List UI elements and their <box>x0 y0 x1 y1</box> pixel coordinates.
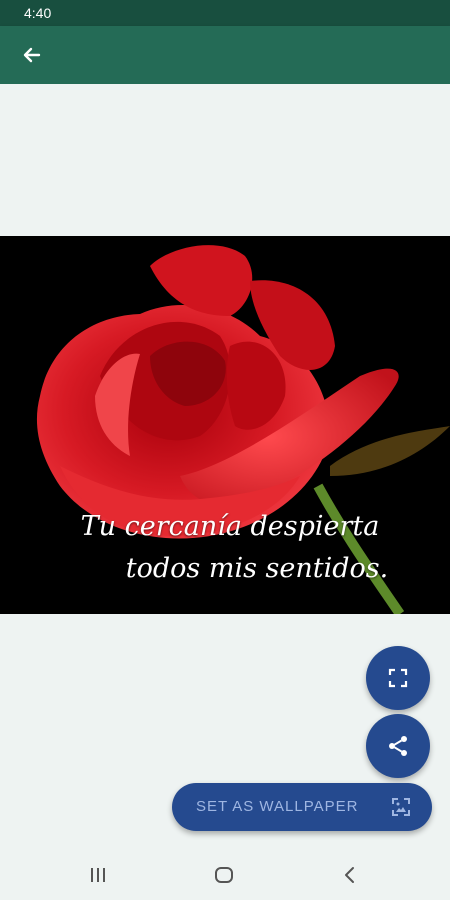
system-nav-bar <box>0 850 450 900</box>
fullscreen-icon <box>388 668 408 688</box>
nav-back-button[interactable] <box>338 863 362 887</box>
wallpaper-quote: Tu cercanía despierta todos mis sentidos… <box>0 506 450 590</box>
back-button[interactable] <box>14 37 50 73</box>
quote-line-2: todos mis sentidos. <box>125 553 389 584</box>
set-as-wallpaper-button[interactable]: SET AS WALLPAPER <box>172 783 432 831</box>
status-bar: 4:40 <box>0 0 450 26</box>
fullscreen-button[interactable] <box>366 646 430 710</box>
nav-recents-button[interactable] <box>86 863 110 887</box>
set-as-wallpaper-label: SET AS WALLPAPER <box>196 798 359 815</box>
status-time: 4:40 <box>24 5 52 21</box>
wallpaper-icon <box>392 798 410 816</box>
home-icon <box>215 867 233 883</box>
chevron-left-icon <box>345 867 354 883</box>
quote-line-1: Tu cercanía despierta <box>80 511 380 542</box>
arrow-left-icon <box>23 47 41 63</box>
app-bar <box>0 26 450 84</box>
share-icon <box>389 736 407 756</box>
nav-home-button[interactable] <box>212 863 236 887</box>
share-button[interactable] <box>366 714 430 778</box>
wallpaper-preview: Tu cercanía despierta todos mis sentidos… <box>0 236 450 614</box>
recents-icon <box>91 868 105 882</box>
